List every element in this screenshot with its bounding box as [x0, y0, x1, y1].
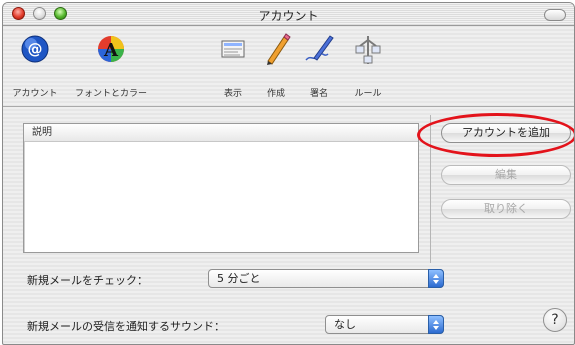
signature-pen-icon — [305, 35, 334, 61]
preferences-toolbar: @ アカウント A フォントとカラー 表示 作成 署名 ルール — [3, 26, 574, 107]
check-mail-popup[interactable]: 5 分ごと — [208, 269, 444, 288]
window-title: アカウント — [258, 9, 319, 23]
toolbar-label-rules: ルール — [354, 89, 382, 99]
accounts-list-header[interactable]: 説明 — [24, 124, 418, 142]
check-mail-value: 5 分ごと — [217, 272, 261, 285]
toolbar-label-accounts: アカウント — [12, 89, 58, 99]
toolbar-item-viewing[interactable]: 表示 — [215, 26, 251, 106]
toolbar-item-fonts-colors[interactable]: A フォントとカラー — [75, 26, 147, 106]
toolbar-label-fonts-colors: フォントとカラー — [74, 89, 147, 99]
toolbar-item-rules[interactable]: ルール — [345, 26, 391, 106]
svg-text:@: @ — [28, 40, 43, 58]
font-color-icon: A — [98, 36, 124, 62]
remove-account-button[interactable]: 取り除く — [441, 199, 571, 219]
new-mail-sound-popup[interactable]: なし — [325, 315, 444, 334]
preferences-window: アカウント @ アカウント A フォントとカラー 表示 作成 署名 ルール 説明… — [2, 2, 575, 345]
title-bar: アカウント — [3, 3, 574, 26]
popup-arrows-icon — [428, 269, 444, 288]
check-mail-label: 新規メールをチェック： — [27, 274, 148, 287]
pencil-icon — [267, 33, 291, 65]
rules-icon — [355, 36, 381, 64]
popup-arrows-icon — [428, 315, 444, 334]
toolbar-item-signatures[interactable]: 署名 — [299, 26, 339, 106]
view-icon — [221, 40, 245, 58]
svg-text:A: A — [103, 40, 119, 61]
toolbar-item-accounts[interactable]: @ アカウント — [11, 26, 59, 106]
at-sign-icon: @ — [21, 35, 49, 63]
accounts-list[interactable]: 説明 — [23, 123, 419, 253]
edit-account-button[interactable]: 編集 — [441, 165, 571, 185]
toolbar-toggle-button[interactable] — [544, 9, 566, 21]
new-mail-sound-value: なし — [334, 318, 356, 331]
help-button[interactable]: ? — [543, 308, 567, 332]
highlight-annotation — [417, 113, 574, 157]
new-mail-sound-label: 新規メールの受信を通知するサウンド： — [27, 320, 225, 333]
